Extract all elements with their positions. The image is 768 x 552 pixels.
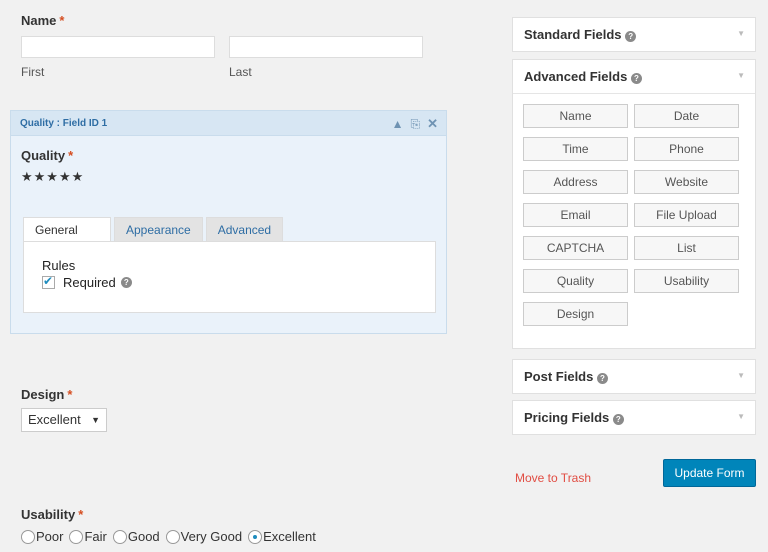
duplicate-icon[interactable]: ⎘: [410, 117, 420, 132]
usability-field-label: Usability *: [21, 507, 83, 522]
design-label-text: Design: [21, 387, 65, 402]
add-date-field-button[interactable]: Date: [634, 104, 739, 128]
chevron-down-icon[interactable]: ▼: [737, 29, 745, 38]
box-header[interactable]: Advanced Fields ? ▼: [513, 60, 755, 94]
add-design-field-button[interactable]: Design: [523, 302, 628, 326]
help-icon[interactable]: ?: [625, 31, 637, 42]
radio-button[interactable]: [21, 529, 35, 544]
pricing-fields-box[interactable]: Pricing Fields ? ▼: [512, 400, 756, 435]
box-title: Advanced Fields ?: [524, 69, 642, 84]
radio-option[interactable]: Good: [112, 529, 160, 544]
box-header[interactable]: Standard Fields ? ▼: [513, 18, 755, 52]
add-list-field-button[interactable]: List: [634, 236, 739, 260]
add-quality-field-button[interactable]: Quality: [523, 269, 628, 293]
standard-fields-box[interactable]: Standard Fields ? ▼: [512, 17, 756, 52]
help-icon[interactable]: ?: [612, 414, 624, 425]
tab-panel-general: Rules Required ?: [23, 241, 436, 313]
required-mark: *: [78, 507, 84, 522]
add-time-field-button[interactable]: Time: [523, 137, 628, 161]
tab-appearance[interactable]: Appearance: [114, 217, 203, 242]
move-to-trash-link[interactable]: Move to Trash: [515, 471, 591, 485]
advanced-fields-box: Advanced Fields ? ▼ Name Date Time Phone…: [512, 59, 756, 349]
required-mark: *: [67, 387, 73, 402]
field-title-bar: Quality : Field ID 1 ▲ ⎘ ✕: [11, 111, 446, 136]
add-website-field-button[interactable]: Website: [634, 170, 739, 194]
box-title-text: Post Fields: [524, 369, 594, 384]
field-actions: ▲ ⎘ ✕: [392, 116, 438, 132]
design-selected-value: Excellent: [28, 412, 81, 427]
box-title-text: Advanced Fields: [524, 69, 628, 84]
quality-field-panel[interactable]: Quality : Field ID 1 ▲ ⎘ ✕ Quality * ★★★★…: [10, 110, 447, 334]
radio-label: Excellent: [263, 529, 316, 544]
required-label: Required: [63, 275, 116, 290]
help-icon[interactable]: ?: [596, 373, 608, 384]
name-field-label: Name *: [21, 13, 64, 28]
box-title-text: Pricing Fields: [524, 410, 610, 425]
first-name-input[interactable]: [21, 36, 215, 58]
box-title: Post Fields ?: [524, 369, 608, 384]
collapse-icon[interactable]: ▲: [392, 117, 404, 131]
radio-option[interactable]: Very Good: [165, 529, 243, 544]
radio-button[interactable]: [248, 529, 263, 544]
name-label-text: Name: [21, 13, 57, 28]
quality-label-text: Quality: [21, 148, 66, 163]
last-sublabel: Last: [229, 65, 252, 79]
star-rating[interactable]: ★★★★★: [21, 169, 84, 185]
tab-advanced[interactable]: Advanced: [205, 217, 284, 242]
rules-heading: Rules: [42, 258, 76, 273]
box-title-text: Standard Fields: [524, 27, 622, 42]
radio-option[interactable]: Excellent: [248, 529, 316, 544]
radio-option[interactable]: Poor: [21, 529, 63, 544]
radio-label: Good: [127, 529, 160, 544]
add-name-field-button[interactable]: Name: [523, 104, 628, 128]
field-settings-tabs: General Appearance Advanced: [23, 217, 286, 243]
field-id-title: Quality : Field ID 1: [20, 118, 108, 129]
design-select[interactable]: Excellent ▼: [21, 408, 107, 432]
box-title: Pricing Fields ?: [524, 410, 624, 425]
required-setting: Required ?: [42, 274, 132, 290]
help-icon[interactable]: ?: [120, 277, 132, 288]
first-sublabel: First: [21, 65, 45, 79]
chevron-down-icon[interactable]: ▼: [737, 371, 745, 380]
radio-button[interactable]: [165, 529, 180, 544]
required-checkbox[interactable]: [42, 274, 55, 289]
delete-icon[interactable]: ✕: [427, 116, 438, 132]
box-header[interactable]: Pricing Fields ? ▼: [513, 401, 755, 435]
radio-option[interactable]: Fair: [69, 529, 107, 544]
radio-label: Poor: [36, 529, 64, 544]
design-field-label: Design *: [21, 387, 72, 402]
required-mark: *: [59, 13, 65, 28]
dropdown-arrow-icon: ▼: [91, 415, 100, 425]
tab-general[interactable]: General: [23, 217, 111, 243]
add-email-field-button[interactable]: Email: [523, 203, 628, 227]
radio-label: Very Good: [180, 529, 243, 544]
box-header[interactable]: Post Fields ? ▼: [513, 360, 755, 394]
last-name-input[interactable]: [229, 36, 423, 58]
add-phone-field-button[interactable]: Phone: [634, 137, 739, 161]
usability-radio-group: Poor Fair Good Very Good Excellent: [21, 529, 322, 544]
add-captcha-field-button[interactable]: CAPTCHA: [523, 236, 628, 260]
radio-label: Fair: [84, 529, 107, 544]
chevron-down-icon[interactable]: ▼: [737, 71, 745, 80]
required-mark: *: [68, 148, 74, 163]
usability-label-text: Usability: [21, 507, 76, 522]
add-address-field-button[interactable]: Address: [523, 170, 628, 194]
help-icon[interactable]: ?: [630, 73, 642, 84]
chevron-down-icon[interactable]: ▼: [737, 412, 745, 421]
box-title: Standard Fields ?: [524, 27, 637, 42]
update-form-button[interactable]: Update Form: [663, 459, 756, 487]
post-fields-box[interactable]: Post Fields ? ▼: [512, 359, 756, 394]
add-usability-field-button[interactable]: Usability: [634, 269, 739, 293]
radio-button[interactable]: [112, 529, 127, 544]
add-file-upload-field-button[interactable]: File Upload: [634, 203, 739, 227]
radio-button[interactable]: [69, 529, 84, 544]
quality-label: Quality *: [21, 148, 73, 163]
